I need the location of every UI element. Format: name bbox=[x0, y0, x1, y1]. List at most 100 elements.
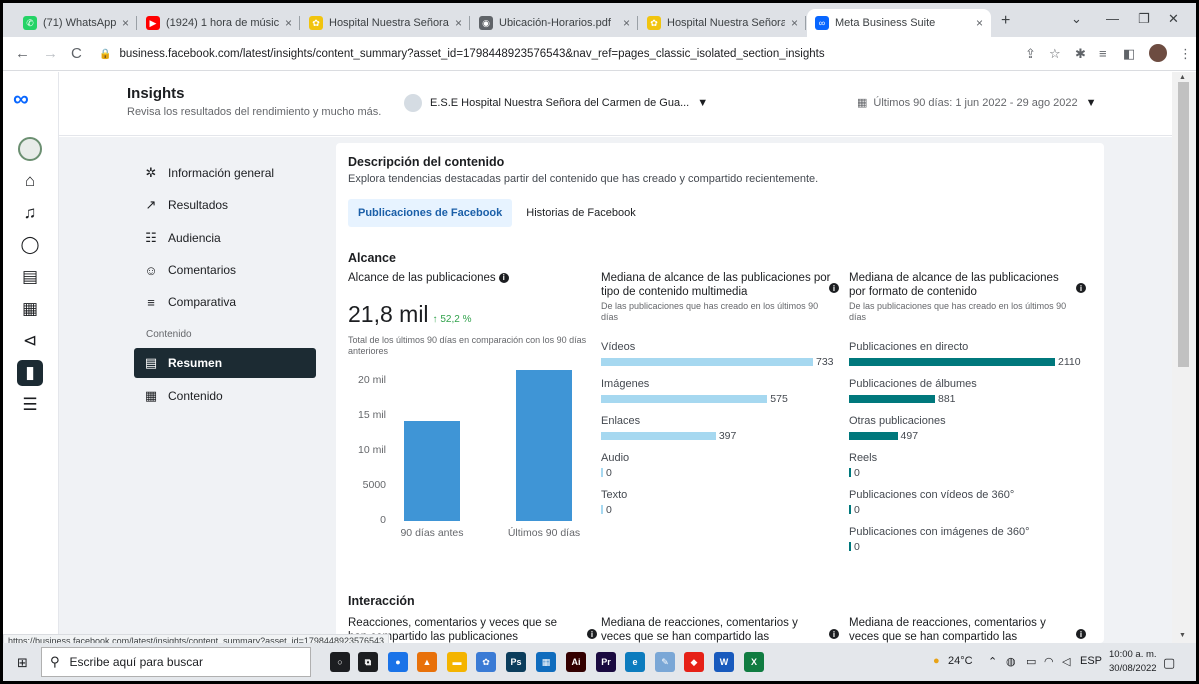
excel-icon[interactable]: X bbox=[744, 652, 764, 672]
new-tab-icon[interactable]: + bbox=[1001, 12, 1010, 30]
content-icon[interactable]: ▤ bbox=[17, 264, 43, 290]
scroll-down-icon[interactable]: ▼ bbox=[1179, 632, 1186, 639]
close-tab-icon[interactable]: × bbox=[976, 16, 983, 30]
scroll-up-icon[interactable]: ▲ bbox=[1179, 74, 1186, 81]
premiere-icon[interactable]: Pr bbox=[596, 652, 616, 672]
close-window-icon[interactable]: ✕ bbox=[1168, 11, 1179, 27]
browser-tab[interactable]: ◉ Ubicación-Horarios.pdf × bbox=[471, 9, 638, 37]
date-range-selector[interactable]: ▦ Últimos 90 días: 1 jun 2022 - 29 ago 2… bbox=[857, 96, 1097, 110]
restore-icon[interactable]: ❐ bbox=[1138, 11, 1150, 27]
planner-icon[interactable]: ▦ bbox=[17, 296, 43, 322]
bar[interactable] bbox=[849, 468, 851, 478]
menu-dots-icon[interactable]: ⋮ bbox=[1179, 46, 1192, 62]
vlc-icon[interactable]: ▲ bbox=[417, 652, 437, 672]
nav-item-results[interactable]: ↗ Resultados bbox=[134, 190, 316, 220]
notifications-icon[interactable]: ♫ bbox=[17, 200, 43, 226]
insights-icon[interactable]: ▮ bbox=[17, 360, 43, 386]
chrome-icon[interactable]: ● bbox=[388, 652, 408, 672]
battery-icon[interactable]: ▭ bbox=[1026, 655, 1036, 668]
bar[interactable] bbox=[601, 357, 813, 366]
tab-facebook-posts[interactable]: Publicaciones de Facebook bbox=[348, 199, 513, 227]
forward-icon[interactable]: → bbox=[43, 45, 58, 62]
nav-item-audience[interactable]: ☷ Audiencia bbox=[134, 223, 316, 253]
cortana-icon[interactable]: ○ bbox=[330, 652, 350, 672]
profile-avatar[interactable] bbox=[1149, 44, 1167, 62]
share-icon[interactable]: ⇪ bbox=[1025, 46, 1036, 62]
edge-icon[interactable]: e bbox=[625, 652, 645, 672]
tab-search-icon[interactable]: ⌄ bbox=[1071, 11, 1082, 27]
word-icon[interactable]: W bbox=[714, 652, 734, 672]
bar[interactable] bbox=[849, 505, 851, 515]
bar[interactable] bbox=[849, 431, 898, 440]
bar[interactable] bbox=[849, 357, 1055, 366]
info-icon[interactable]: i bbox=[1076, 283, 1086, 293]
bar[interactable] bbox=[601, 394, 768, 403]
reach-bar[interactable] bbox=[516, 369, 572, 521]
meta-logo-icon[interactable]: ∞ bbox=[13, 86, 29, 112]
info-icon[interactable]: i bbox=[829, 283, 839, 293]
paint-icon[interactable]: ✿ bbox=[476, 652, 496, 672]
wifi-icon[interactable]: ◠ bbox=[1044, 655, 1054, 668]
business-suite-rail: ∞ ⌂ ♫ ◯ ▤ ▦ ⊲ ▮ ☰ bbox=[3, 72, 59, 643]
windows-start-icon[interactable]: ⊞ bbox=[17, 655, 28, 671]
close-tab-icon[interactable]: × bbox=[285, 16, 292, 30]
notifications-icon[interactable]: ▢ bbox=[1163, 655, 1175, 671]
info-icon[interactable]: i bbox=[829, 629, 839, 639]
tab-facebook-stories[interactable]: Historias de Facebook bbox=[516, 199, 645, 227]
reload-icon[interactable]: C bbox=[71, 45, 82, 62]
language-indicator[interactable]: ESP bbox=[1080, 655, 1102, 667]
page-avatar[interactable] bbox=[18, 137, 42, 161]
bar[interactable] bbox=[849, 394, 935, 403]
close-tab-icon[interactable]: × bbox=[623, 16, 630, 30]
bookmark-star-icon[interactable]: ☆ bbox=[1049, 46, 1061, 62]
reach-bar[interactable] bbox=[404, 420, 460, 521]
task-view-icon[interactable]: ⧉ bbox=[358, 652, 378, 672]
browser-tab[interactable]: ✆ (71) WhatsApp × bbox=[15, 9, 137, 37]
scrollbar-thumb[interactable] bbox=[1178, 82, 1189, 367]
asset-selector[interactable]: E.S.E Hospital Nuestra Señora del Carmen… bbox=[404, 94, 708, 112]
bar[interactable] bbox=[601, 431, 716, 440]
file-explorer-icon[interactable]: ▬ bbox=[447, 652, 467, 672]
address-bar[interactable]: 🔒 business.facebook.com/latest/insights/… bbox=[99, 42, 919, 66]
extensions-icon[interactable]: ✱ bbox=[1075, 46, 1086, 62]
bar[interactable] bbox=[601, 505, 603, 515]
clock[interactable]: 10:00 a. m. 30/08/2022 bbox=[1109, 648, 1157, 676]
info-icon[interactable]: i bbox=[498, 272, 509, 283]
close-tab-icon[interactable]: × bbox=[791, 16, 798, 30]
weather-temp[interactable]: 24°C bbox=[948, 655, 973, 667]
nav-item-summary[interactable]: ▤ Resumen bbox=[134, 348, 316, 378]
browser-tab[interactable]: ✿ Hospital Nuestra Señora de × bbox=[639, 9, 806, 37]
browser-tab[interactable]: ▶ (1924) 1 hora de músic × bbox=[138, 9, 300, 37]
browser-tab[interactable]: ∞ Meta Business Suite × bbox=[807, 9, 991, 37]
info-icon[interactable]: i bbox=[587, 629, 597, 639]
app-diamond-icon[interactable]: ◆ bbox=[684, 652, 704, 672]
store-icon[interactable]: ▦ bbox=[536, 652, 556, 672]
tray-chevron-icon[interactable]: ⌃ bbox=[988, 655, 997, 668]
ads-icon[interactable]: ⊲ bbox=[17, 328, 43, 354]
nav-item-benchmark[interactable]: ≡ Comparativa bbox=[134, 287, 316, 317]
tool-icon[interactable]: ✎ bbox=[655, 652, 675, 672]
back-icon[interactable]: ← bbox=[15, 45, 30, 62]
weather-icon[interactable]: ● bbox=[933, 655, 940, 667]
info-icon[interactable]: i bbox=[1076, 629, 1086, 639]
nav-item-content[interactable]: ▦ Contenido bbox=[134, 381, 316, 411]
close-tab-icon[interactable]: × bbox=[455, 16, 462, 30]
photoshop-icon[interactable]: Ps bbox=[506, 652, 526, 672]
taskbar-search[interactable]: ⚲ Escribe aquí para buscar bbox=[41, 647, 311, 677]
all-tools-icon[interactable]: ☰ bbox=[17, 392, 43, 418]
home-icon[interactable]: ⌂ bbox=[17, 168, 43, 194]
nav-item-comments[interactable]: ☺ Comentarios bbox=[134, 255, 316, 285]
side-panel-icon[interactable]: ◧ bbox=[1123, 46, 1135, 62]
minimize-icon[interactable]: — bbox=[1106, 11, 1119, 26]
nav-item-overview[interactable]: ✲ Información general bbox=[134, 158, 316, 188]
inbox-icon[interactable]: ◯ bbox=[17, 232, 43, 258]
browser-tab[interactable]: ✿ Hospital Nuestra Señora de × bbox=[301, 9, 470, 37]
reading-list-icon[interactable]: ≡ bbox=[1099, 46, 1107, 61]
bar[interactable] bbox=[849, 542, 851, 552]
page-scrollbar[interactable]: ▲ ▼ bbox=[1172, 72, 1196, 643]
close-tab-icon[interactable]: × bbox=[122, 16, 129, 30]
network-icon[interactable]: ◍ bbox=[1006, 655, 1016, 668]
bar[interactable] bbox=[601, 468, 603, 478]
volume-icon[interactable]: ◁ bbox=[1062, 655, 1070, 668]
illustrator-icon[interactable]: Ai bbox=[566, 652, 586, 672]
